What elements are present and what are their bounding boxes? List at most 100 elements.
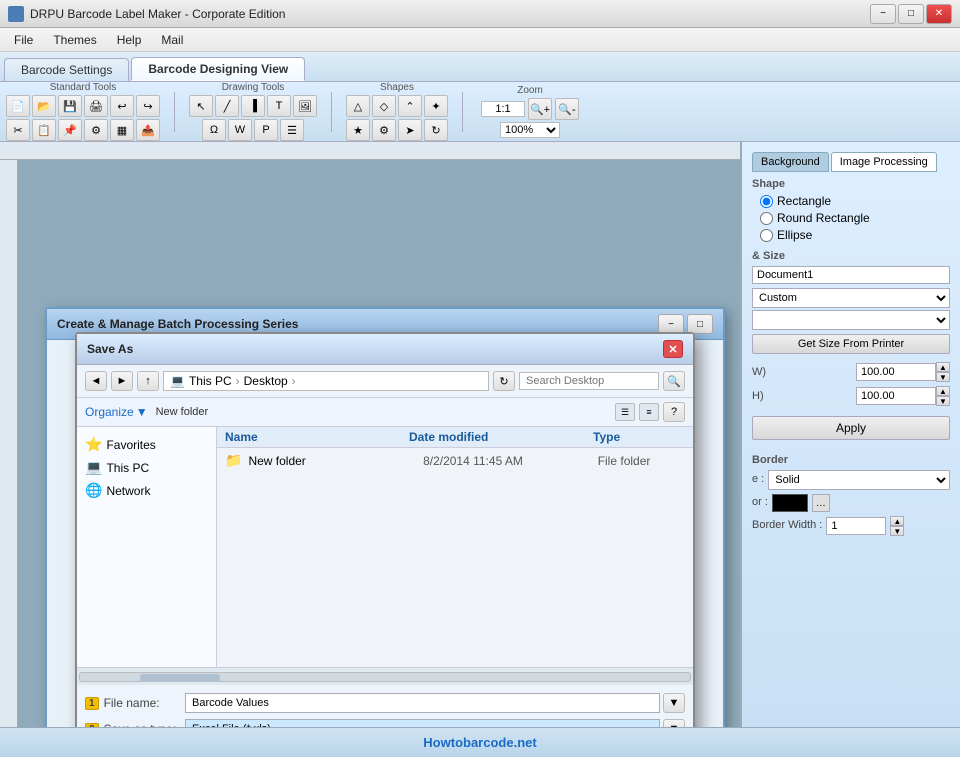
shape-star[interactable]: ★ bbox=[346, 119, 370, 141]
tb-draw-word[interactable]: W bbox=[228, 119, 252, 141]
tb-save[interactable]: 💾 bbox=[58, 95, 82, 117]
shape-rectangle[interactable]: Rectangle bbox=[760, 194, 950, 208]
shape-arrow[interactable]: ➤ bbox=[398, 119, 422, 141]
filename-dropdown-btn[interactable]: ▼ bbox=[663, 693, 685, 713]
horizontal-scrollbar[interactable] bbox=[77, 667, 693, 685]
tb-export[interactable]: 📤 bbox=[136, 119, 160, 141]
tb-paste[interactable]: 📌 bbox=[58, 119, 82, 141]
tb-settings[interactable]: ⚙ bbox=[84, 119, 108, 141]
panel-tab-background[interactable]: Background bbox=[752, 152, 829, 172]
menu-help[interactable]: Help bbox=[107, 31, 152, 49]
shape-rotate[interactable]: ↻ bbox=[424, 119, 448, 141]
border-width-input[interactable] bbox=[826, 517, 886, 535]
website-link[interactable]: Howtobarcode.net bbox=[423, 735, 536, 750]
tb-draw-filter[interactable]: ☰ bbox=[280, 119, 304, 141]
panel-tab-image-processing[interactable]: Image Processing bbox=[831, 152, 937, 172]
bc-desktop[interactable]: Desktop bbox=[244, 374, 288, 388]
tb-open[interactable]: 📂 bbox=[32, 95, 56, 117]
tree-favorites[interactable]: ⭐ Favorites bbox=[81, 433, 212, 456]
header-type[interactable]: Type bbox=[593, 430, 685, 444]
header-name[interactable]: Name bbox=[225, 430, 409, 444]
batch-minimize[interactable]: − bbox=[658, 314, 684, 334]
drawing-tools-section: Drawing Tools ↖ ╱ ▐ T 🖼 Ω W P ☰ bbox=[189, 82, 317, 141]
breadcrumb[interactable]: 💻 This PC › Desktop › bbox=[163, 371, 489, 391]
tb-draw-pdf[interactable]: P bbox=[254, 119, 278, 141]
width-input[interactable] bbox=[856, 363, 936, 381]
tb-draw-select[interactable]: ↖ bbox=[189, 95, 213, 117]
header-date[interactable]: Date modified bbox=[409, 430, 593, 444]
radio-rectangle[interactable] bbox=[760, 195, 773, 208]
border-width-down[interactable]: ▼ bbox=[890, 526, 904, 536]
filename-badge: 1 bbox=[85, 697, 99, 710]
border-color-picker-btn[interactable]: … bbox=[812, 494, 830, 512]
tb-draw-barcode[interactable]: ▐ bbox=[241, 95, 265, 117]
zoom-percent-select[interactable]: 100% bbox=[500, 122, 560, 138]
border-style-select[interactable]: Solid bbox=[768, 470, 950, 490]
shape-diamond[interactable]: ◇ bbox=[372, 95, 396, 117]
save-close-button[interactable]: ✕ bbox=[663, 340, 683, 358]
shape-chevron[interactable]: ⌃ bbox=[398, 95, 422, 117]
border-section: Border e : Solid or : … Border Width : bbox=[752, 454, 950, 536]
tree-this-pc[interactable]: 💻 This PC bbox=[81, 456, 212, 479]
tab-barcode-designing[interactable]: Barcode Designing View bbox=[131, 57, 305, 81]
border-color-swatch[interactable] bbox=[772, 494, 808, 512]
get-size-from-printer-button[interactable]: Get Size From Printer bbox=[752, 334, 950, 354]
tb-print[interactable]: 🖨 bbox=[84, 95, 108, 117]
savetype-input[interactable] bbox=[185, 719, 660, 727]
tb-cut[interactable]: ✂ bbox=[6, 119, 30, 141]
file-nav: ◄ ► ↑ 💻 This PC › Desktop › ↻ 🔍 bbox=[77, 365, 693, 398]
menu-file[interactable]: File bbox=[4, 31, 43, 49]
width-up[interactable]: ▲ bbox=[936, 362, 950, 372]
new-folder-button[interactable]: New folder bbox=[156, 406, 209, 418]
tb-draw-image[interactable]: 🖼 bbox=[293, 95, 317, 117]
minimize-button[interactable]: − bbox=[870, 4, 896, 24]
batch-maximize[interactable]: □ bbox=[687, 314, 713, 334]
tb-redo[interactable]: ↪ bbox=[136, 95, 160, 117]
help-button[interactable]: ? bbox=[663, 402, 685, 422]
search-input[interactable] bbox=[519, 372, 659, 390]
close-button[interactable]: ✕ bbox=[926, 4, 952, 24]
border-width-up[interactable]: ▲ bbox=[890, 516, 904, 526]
size-dropdown-2[interactable] bbox=[752, 310, 950, 330]
tb-draw-text[interactable]: T bbox=[267, 95, 291, 117]
organize-button[interactable]: Organize ▼ bbox=[85, 405, 148, 419]
savetype-dropdown-btn[interactable]: ▼ bbox=[663, 719, 685, 727]
radio-ellipse[interactable] bbox=[760, 229, 773, 242]
search-button[interactable]: 🔍 bbox=[663, 371, 685, 391]
nav-refresh[interactable]: ↻ bbox=[493, 371, 515, 391]
tb-new[interactable]: 📄 bbox=[6, 95, 30, 117]
nav-forward[interactable]: ► bbox=[111, 371, 133, 391]
view-list[interactable]: ☰ bbox=[615, 403, 635, 421]
bc-this-pc[interactable]: This PC bbox=[189, 374, 232, 388]
filename-input[interactable] bbox=[185, 693, 660, 713]
radio-round-rectangle[interactable] bbox=[760, 212, 773, 225]
nav-up[interactable]: ↑ bbox=[137, 371, 159, 391]
zoom-in[interactable]: 🔍+ bbox=[528, 98, 552, 120]
menu-mail[interactable]: Mail bbox=[151, 31, 193, 49]
apply-button[interactable]: Apply bbox=[752, 416, 950, 440]
shape-ellipse[interactable]: Ellipse bbox=[760, 228, 950, 242]
zoom-out[interactable]: 🔍- bbox=[555, 98, 579, 120]
height-down[interactable]: ▼ bbox=[936, 396, 950, 406]
size-dropdown-1[interactable]: Custom bbox=[752, 288, 950, 308]
tb-barcode[interactable]: ▦ bbox=[110, 119, 134, 141]
menu-themes[interactable]: Themes bbox=[43, 31, 106, 49]
tb-draw-db[interactable]: Ω bbox=[202, 119, 226, 141]
height-up[interactable]: ▲ bbox=[936, 386, 950, 396]
shape-gear[interactable]: ⚙ bbox=[372, 119, 396, 141]
tb-draw-line[interactable]: ╱ bbox=[215, 95, 239, 117]
document-name-input[interactable] bbox=[752, 266, 950, 284]
shape-star5[interactable]: ✦ bbox=[424, 95, 448, 117]
tree-network[interactable]: 🌐 Network bbox=[81, 479, 212, 502]
file-row[interactable]: 📁 New folder 8/2/2014 11:45 AM File fold… bbox=[217, 448, 693, 473]
height-input[interactable] bbox=[856, 387, 936, 405]
tb-copy[interactable]: 📋 bbox=[32, 119, 56, 141]
shape-round-rectangle[interactable]: Round Rectangle bbox=[760, 211, 950, 225]
view-details[interactable]: ≡ bbox=[639, 403, 659, 421]
shape-triangle[interactable]: △ bbox=[346, 95, 370, 117]
tb-undo[interactable]: ↩ bbox=[110, 95, 134, 117]
width-down[interactable]: ▼ bbox=[936, 372, 950, 382]
tab-barcode-settings[interactable]: Barcode Settings bbox=[4, 58, 129, 81]
nav-back[interactable]: ◄ bbox=[85, 371, 107, 391]
maximize-button[interactable]: □ bbox=[898, 4, 924, 24]
